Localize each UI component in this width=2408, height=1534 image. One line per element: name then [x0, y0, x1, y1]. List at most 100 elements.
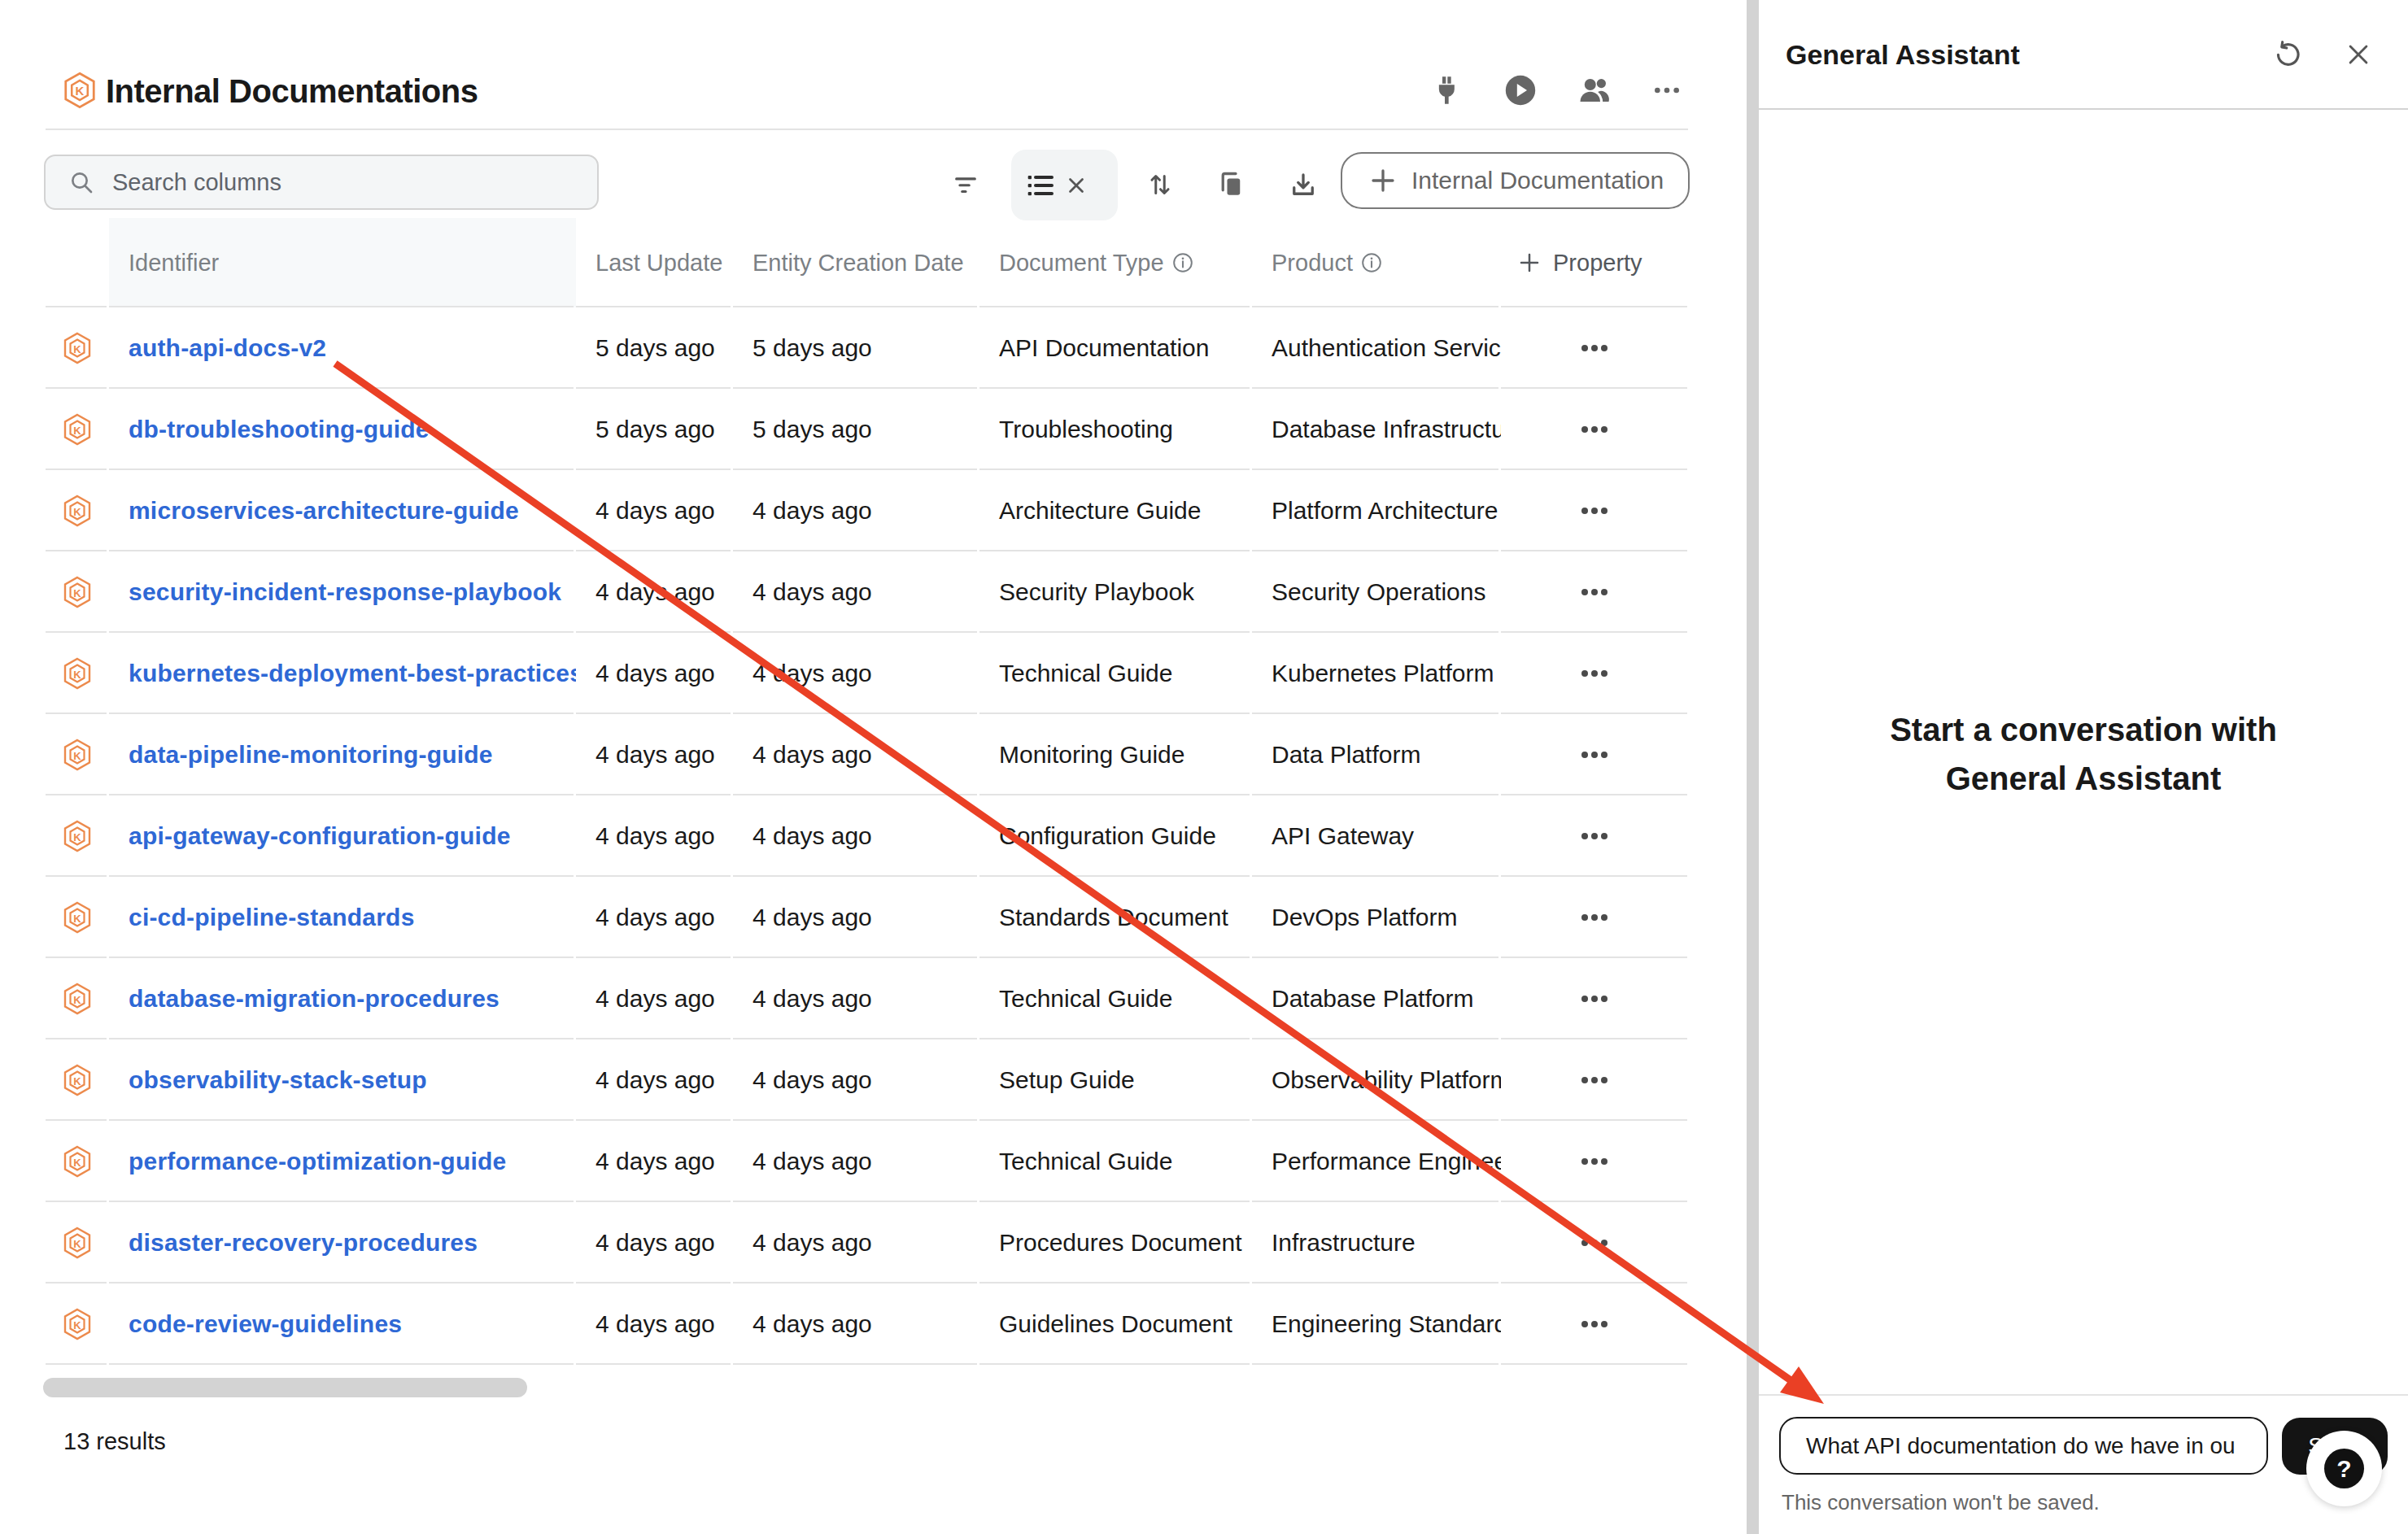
- identifier-link[interactable]: performance-optimization-guide: [129, 1148, 506, 1175]
- last-update-cell: 4 days ago: [595, 904, 715, 931]
- horizontal-scrollbar[interactable]: [43, 1378, 527, 1397]
- identifier-link-wrap: performance-optimization-guide: [109, 1121, 576, 1202]
- product-cell: Platform Architecture: [1272, 497, 1498, 525]
- col-header-identifier[interactable]: Identifier: [109, 218, 576, 307]
- row-more-options-icon[interactable]: [1581, 1240, 1608, 1246]
- add-property-button[interactable]: Property: [1501, 218, 1687, 307]
- svg-text:K: K: [73, 669, 81, 681]
- row-more-options-icon[interactable]: [1581, 1158, 1608, 1165]
- search-icon: [68, 169, 94, 195]
- col-header-product[interactable]: Product: [1252, 218, 1501, 307]
- product-cell: Infrastructure: [1272, 1229, 1416, 1257]
- identifier-link[interactable]: kubernetes-deployment-best-practices: [129, 660, 576, 687]
- app-logo-icon: K: [61, 71, 98, 110]
- entity-creation-date-cell: 4 days ago: [752, 660, 872, 687]
- table-row: K db-troubleshooting-guide5 days ago5 da…: [46, 389, 1687, 470]
- empty-state-line2: General Assistant: [1759, 754, 2408, 803]
- identifier-link[interactable]: database-migration-procedures: [129, 985, 499, 1013]
- row-more-options-icon[interactable]: [1581, 670, 1608, 677]
- entity-creation-date-cell: 4 days ago: [752, 822, 872, 850]
- identifier-link[interactable]: api-gateway-configuration-guide: [129, 822, 511, 850]
- close-panel-icon[interactable]: [2340, 37, 2376, 72]
- download-icon[interactable]: [1284, 165, 1323, 204]
- last-update-cell: 4 days ago: [595, 1066, 715, 1094]
- identifier-link-wrap: code-review-guidelines: [109, 1283, 576, 1365]
- last-update-cell-wrap: 4 days ago: [576, 1121, 733, 1202]
- row-more-options-icon[interactable]: [1581, 833, 1608, 839]
- row-more-options-icon[interactable]: [1581, 589, 1608, 595]
- entity-creation-date-cell-wrap: 4 days ago: [733, 714, 979, 795]
- more-options-icon[interactable]: [1649, 72, 1685, 108]
- search-input[interactable]: Search columns: [44, 155, 599, 210]
- view-toggle[interactable]: [1011, 150, 1118, 220]
- last-update-cell: 5 days ago: [595, 416, 715, 443]
- identifier-link[interactable]: db-troubleshooting-guide: [129, 416, 430, 443]
- entity-blueprint-icon: K: [59, 820, 95, 852]
- identifier-link[interactable]: data-pipeline-monitoring-guide: [129, 741, 493, 769]
- search-placeholder: Search columns: [112, 169, 281, 196]
- product-cell-wrap: Kubernetes Platform: [1252, 633, 1501, 714]
- sort-icon[interactable]: [1141, 165, 1180, 204]
- row-more-options-icon[interactable]: [1581, 345, 1608, 351]
- assistant-panel: General Assistant Start a conversation w…: [1759, 0, 2408, 1534]
- row-more-options-icon[interactable]: [1581, 914, 1608, 921]
- row-more-options-icon[interactable]: [1581, 508, 1608, 514]
- entity-creation-date-cell: 4 days ago: [752, 497, 872, 525]
- integrations-plug-icon[interactable]: [1429, 72, 1464, 108]
- info-icon: [1361, 252, 1382, 273]
- empty-state-line1: Start a conversation with: [1759, 705, 2408, 754]
- svg-text:K: K: [76, 84, 85, 98]
- entity-creation-date-cell-wrap: 4 days ago: [733, 633, 979, 714]
- document-type-cell: Guidelines Document: [999, 1310, 1232, 1338]
- identifier-link[interactable]: auth-api-docs-v2: [129, 334, 326, 362]
- users-icon[interactable]: [1577, 72, 1612, 108]
- last-update-cell-wrap: 4 days ago: [576, 551, 733, 633]
- last-update-cell-wrap: 4 days ago: [576, 877, 733, 958]
- run-play-icon[interactable]: [1503, 72, 1538, 108]
- identifier-link[interactable]: security-incident-response-playbook: [129, 578, 561, 606]
- row-actions-cell: [1501, 1121, 1687, 1202]
- identifier-link[interactable]: observability-stack-setup: [129, 1066, 427, 1094]
- identifier-link[interactable]: ci-cd-pipeline-standards: [129, 904, 415, 931]
- identifier-link-wrap: microservices-architecture-guide: [109, 470, 576, 551]
- entity-blueprint-icon: K: [59, 983, 95, 1015]
- page: K Internal Documentations Search columns…: [0, 0, 2408, 1534]
- clear-view-icon[interactable]: [1064, 173, 1088, 198]
- assistant-input-value: What API documentation do we have in ou: [1806, 1433, 2236, 1459]
- row-icon-cell: K: [46, 1202, 109, 1283]
- panel-divider: [1747, 0, 1759, 1534]
- col-header-last-update[interactable]: Last Update: [576, 218, 733, 307]
- filter-icon[interactable]: [946, 165, 985, 204]
- help-button[interactable]: ?: [2306, 1431, 2382, 1506]
- document-type-cell-wrap: Standards Document: [979, 877, 1252, 958]
- identifier-link[interactable]: disaster-recovery-procedures: [129, 1229, 478, 1257]
- table-row: K data-pipeline-monitoring-guide4 days a…: [46, 714, 1687, 795]
- col-header-entity-creation-date[interactable]: Entity Creation Date: [733, 218, 979, 307]
- identifier-link-wrap: observability-stack-setup: [109, 1039, 576, 1121]
- table-row: K observability-stack-setup4 days ago4 d…: [46, 1039, 1687, 1121]
- row-more-options-icon[interactable]: [1581, 1077, 1608, 1083]
- row-more-options-icon[interactable]: [1581, 996, 1608, 1002]
- entity-blueprint-icon: K: [59, 413, 95, 446]
- identifier-link-wrap: ci-cd-pipeline-standards: [109, 877, 576, 958]
- create-entity-label: Internal Documentation: [1411, 167, 1664, 194]
- col-header-document-type[interactable]: Document Type: [979, 218, 1252, 307]
- copy-icon[interactable]: [1211, 165, 1250, 204]
- row-more-options-icon[interactable]: [1581, 426, 1608, 433]
- row-icon-cell: K: [46, 1283, 109, 1365]
- row-more-options-icon[interactable]: [1581, 752, 1608, 758]
- identifier-link[interactable]: code-review-guidelines: [129, 1310, 402, 1338]
- row-actions-cell: [1501, 714, 1687, 795]
- document-type-cell: Technical Guide: [999, 985, 1172, 1013]
- last-update-cell-wrap: 5 days ago: [576, 389, 733, 470]
- entity-creation-date-cell: 4 days ago: [752, 1148, 872, 1175]
- identifier-link[interactable]: microservices-architecture-guide: [129, 497, 519, 525]
- create-entity-button[interactable]: Internal Documentation: [1341, 152, 1690, 209]
- assistant-chat-input[interactable]: What API documentation do we have in ou: [1779, 1417, 2268, 1475]
- row-icon-cell: K: [46, 633, 109, 714]
- document-type-cell: Monitoring Guide: [999, 741, 1184, 769]
- product-cell-wrap: Database Platform: [1252, 958, 1501, 1039]
- reset-conversation-icon[interactable]: [2270, 37, 2305, 72]
- document-type-cell-wrap: Troubleshooting: [979, 389, 1252, 470]
- row-more-options-icon[interactable]: [1581, 1321, 1608, 1327]
